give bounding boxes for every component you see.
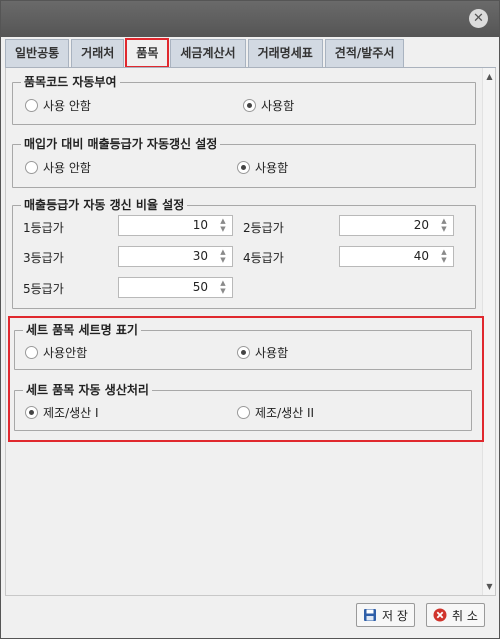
grade3-label: 3등급가 [23,251,64,265]
grade1-label: 1등급가 [23,221,64,235]
highlight-box [8,316,484,442]
spin-down-icon[interactable]: ▼ [438,225,450,233]
grade2-value: 20 [413,218,429,232]
radio-label: 사용 안함 [43,99,91,113]
radio-label: 사용함 [255,161,289,175]
spin-up-icon[interactable]: ▲ [438,248,450,256]
tab-tax-invoice[interactable]: 세금계산서 [170,39,246,67]
radio-dot-selected [237,161,250,174]
floppy-disk-icon [363,608,377,622]
spinner-buttons[interactable]: ▲ ▼ [438,248,450,265]
tab-bar: 일반공통 거래처 품목 세금계산서 거래명세표 견적/발주서 [5,38,406,68]
group-title: 품목코드 자동부여 [21,75,120,89]
grade4-label: 4등급가 [243,251,284,265]
save-label: 저 장 [382,608,408,623]
tab-items[interactable]: 품목 [125,38,170,68]
grade4-value: 40 [413,249,429,263]
radio-label: 사용함 [261,99,295,113]
radio-item-code-on[interactable]: 사용함 [243,97,294,114]
grade5-value: 50 [192,280,208,294]
radio-dot [25,99,38,112]
spin-up-icon[interactable]: ▲ [217,279,229,287]
tab-statement[interactable]: 거래명세표 [247,39,323,67]
spin-up-icon[interactable]: ▲ [217,217,229,225]
group-item-code: 품목코드 자동부여 사용 안함 사용함 [12,75,476,125]
radio-item-code-off[interactable]: 사용 안함 [25,97,91,114]
spin-down-icon[interactable]: ▼ [217,225,229,233]
radio-dot [25,161,38,174]
scroll-up-icon[interactable]: ▲ [485,72,494,81]
grade4-spinner[interactable]: 40 ▲ ▼ [339,246,454,267]
group-title: 매출등급가 자동 갱신 비율 설정 [21,198,188,212]
spin-up-icon[interactable]: ▲ [217,248,229,256]
radio-dot-selected [243,99,256,112]
grade1-spinner[interactable]: 10 ▲ ▼ [118,215,233,236]
title-bar: ✕ [1,1,499,37]
grade2-label: 2등급가 [243,221,284,235]
spin-down-icon[interactable]: ▼ [438,256,450,264]
grade5-spinner[interactable]: 50 ▲ ▼ [118,277,233,298]
save-button[interactable]: 저 장 [356,603,415,627]
grade3-spinner[interactable]: 30 ▲ ▼ [118,246,233,267]
spinner-buttons[interactable]: ▲ ▼ [217,217,229,234]
scroll-down-icon[interactable]: ▼ [485,582,494,591]
spin-down-icon[interactable]: ▼ [217,287,229,295]
spin-down-icon[interactable]: ▼ [217,256,229,264]
spinner-buttons[interactable]: ▲ ▼ [217,279,229,296]
close-icon[interactable]: ✕ [469,9,488,28]
group-auto-update: 매입가 대비 매출등급가 자동갱신 설정 사용 안함 사용함 [12,137,476,188]
tab-quote-order[interactable]: 견적/발주서 [324,39,405,67]
spinner-buttons[interactable]: ▲ ▼ [438,217,450,234]
cancel-button[interactable]: 취 소 [426,603,485,627]
cancel-icon [433,608,447,622]
grade5-label: 5등급가 [23,282,64,296]
tab-customers[interactable]: 거래처 [71,39,125,67]
radio-label: 사용 안함 [43,161,91,175]
spin-up-icon[interactable]: ▲ [438,217,450,225]
spinner-buttons[interactable]: ▲ ▼ [217,248,229,265]
cancel-label: 취 소 [452,608,478,623]
grade2-spinner[interactable]: 20 ▲ ▼ [339,215,454,236]
grade3-value: 30 [192,249,208,263]
radio-auto-update-on[interactable]: 사용함 [237,159,288,176]
tab-general[interactable]: 일반공통 [5,39,70,67]
radio-auto-update-off[interactable]: 사용 안함 [25,159,91,176]
group-grade-ratio: 매출등급가 자동 갱신 비율 설정 1등급가 10 ▲ ▼ 2등급가 20 ▲ ▼ … [12,198,476,309]
grade1-value: 10 [192,218,208,232]
group-title: 매입가 대비 매출등급가 자동갱신 설정 [21,137,221,151]
settings-dialog: ✕ 일반공통 거래처 품목 세금계산서 거래명세표 견적/발주서 품목코드 자동… [0,0,500,639]
